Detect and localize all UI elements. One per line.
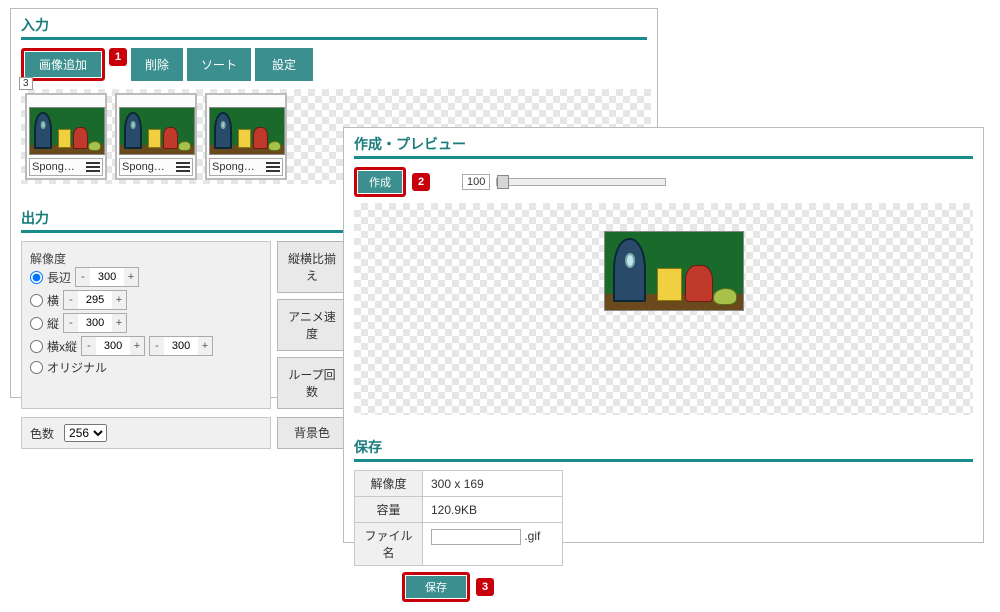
thumbnail-image	[209, 107, 285, 155]
thumbnail-image	[119, 107, 195, 155]
long-stepper[interactable]: -+	[75, 267, 139, 287]
divider	[354, 156, 973, 159]
dec-button[interactable]: -	[82, 337, 96, 355]
radio-original[interactable]: オリジナル	[30, 359, 213, 376]
radio-height[interactable]: 縦 -+	[30, 313, 213, 333]
drag-handle-icon[interactable]	[86, 160, 100, 174]
wh-w-value[interactable]	[96, 340, 130, 352]
preview-canvas	[354, 203, 973, 415]
aspect-button[interactable]: 縦横比揃え	[277, 241, 347, 293]
inc-button[interactable]: +	[112, 291, 126, 309]
save-file-cell: .gif	[423, 523, 563, 566]
save-button[interactable]: 保存	[406, 576, 466, 598]
filename-input[interactable]	[431, 529, 521, 545]
colors-select[interactable]: 256	[64, 424, 107, 442]
badge-2: 2	[412, 173, 430, 191]
height-stepper[interactable]: -+	[63, 313, 127, 333]
settings-button[interactable]: 設定	[255, 48, 313, 81]
save-res-value: 300 x 169	[423, 471, 563, 497]
input-title: 入力	[21, 15, 647, 35]
add-image-button[interactable]: 画像追加	[25, 52, 101, 77]
save-table: 解像度 300 x 169 容量 120.9KB ファイル名 .gif	[354, 470, 563, 566]
radio-width[interactable]: 横 -+	[30, 290, 213, 310]
divider	[21, 37, 647, 40]
save-size-label: 容量	[355, 497, 423, 523]
save-res-label: 解像度	[355, 471, 423, 497]
dec-button[interactable]: -	[64, 314, 78, 332]
preview-image	[604, 231, 744, 311]
thumbnail-card[interactable]: Spong…	[205, 93, 287, 180]
progress-slider-wrap: 100	[462, 174, 666, 190]
resolution-label: 解像度	[30, 250, 82, 267]
make-button[interactable]: 作成	[358, 171, 402, 193]
progress-slider[interactable]	[496, 178, 666, 186]
input-toolbar: 画像追加 1 削除 ソート 設定	[21, 48, 647, 81]
thumbnail-name: Spong…	[32, 161, 75, 173]
highlight-add-image: 画像追加	[21, 48, 105, 81]
file-ext: .gif	[524, 529, 540, 543]
save-file-label: ファイル名	[355, 523, 423, 566]
radio-long-input[interactable]	[30, 271, 43, 284]
radio-height-input[interactable]	[30, 317, 43, 330]
inc-button[interactable]: +	[112, 314, 126, 332]
save-section: 保存 解像度 300 x 169 容量 120.9KB ファイル名 .gif 保…	[344, 431, 983, 612]
width-value[interactable]	[78, 294, 112, 306]
resolution-box: 解像度 長辺 -+ 横 -+ 縦 -+	[21, 241, 271, 409]
sort-button[interactable]: ソート	[187, 48, 251, 81]
badge-3: 3	[476, 578, 494, 596]
dec-button[interactable]: -	[64, 291, 78, 309]
thumbnail-card[interactable]: Spong…	[115, 93, 197, 180]
table-row: 解像度 300 x 169	[355, 471, 563, 497]
inc-button[interactable]: +	[198, 337, 212, 355]
radio-wh[interactable]: 横x縦 -+ -+	[30, 336, 213, 356]
wh-h-stepper[interactable]: -+	[149, 336, 213, 356]
divider	[354, 459, 973, 462]
right-panel: 作成・プレビュー 作成 2 100 保存 解像度 300 x 169	[343, 127, 984, 543]
wh-h-value[interactable]	[164, 340, 198, 352]
anim-speed-button[interactable]: アニメ速度	[277, 299, 347, 351]
save-size-value: 120.9KB	[423, 497, 563, 523]
table-row: ファイル名 .gif	[355, 523, 563, 566]
save-title: 保存	[354, 437, 973, 457]
height-value[interactable]	[78, 317, 112, 329]
thumbnail-image	[29, 107, 105, 155]
radio-width-input[interactable]	[30, 294, 43, 307]
preview-title: 作成・プレビュー	[354, 134, 973, 154]
thumbnail-name: Spong…	[212, 161, 255, 173]
radio-long-side[interactable]: 長辺 -+	[30, 267, 213, 287]
bg-color-button[interactable]: 背景色	[277, 417, 347, 449]
highlight-make: 作成	[354, 167, 406, 197]
colors-label: 色数	[30, 425, 54, 442]
table-row: 容量 120.9KB	[355, 497, 563, 523]
dec-button[interactable]: -	[76, 268, 90, 286]
inc-button[interactable]: +	[130, 337, 144, 355]
drag-handle-icon[interactable]	[266, 160, 280, 174]
delete-button[interactable]: 削除	[131, 48, 183, 81]
radio-wh-input[interactable]	[30, 340, 43, 353]
thumbnail-name: Spong…	[122, 161, 165, 173]
preview-section: 作成・プレビュー 作成 2 100	[344, 128, 983, 431]
colors-box: 色数 256	[21, 417, 271, 449]
thumb-count: 3	[19, 77, 33, 90]
loop-count-button[interactable]: ループ回数	[277, 357, 347, 409]
radio-original-input[interactable]	[30, 361, 43, 374]
highlight-save: 保存	[402, 572, 470, 602]
inc-button[interactable]: +	[124, 268, 138, 286]
width-stepper[interactable]: -+	[63, 290, 127, 310]
drag-handle-icon[interactable]	[176, 160, 190, 174]
badge-1: 1	[109, 48, 127, 66]
slider-value: 100	[462, 174, 490, 190]
long-value[interactable]	[90, 271, 124, 283]
thumbnail-card[interactable]: Spong…	[25, 93, 107, 180]
wh-w-stepper[interactable]: -+	[81, 336, 145, 356]
dec-button[interactable]: -	[150, 337, 164, 355]
